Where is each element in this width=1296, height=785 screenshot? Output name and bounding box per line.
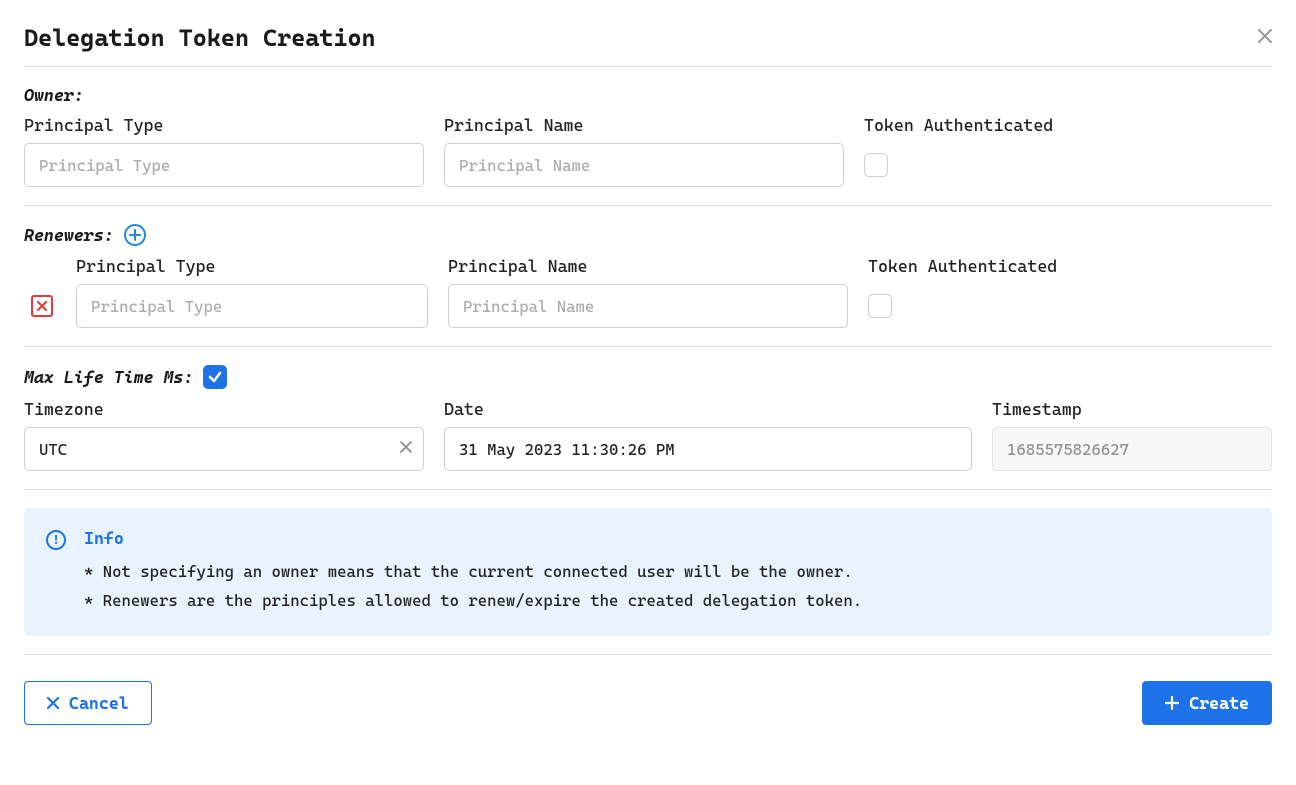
maxlife-enabled-checkbox[interactable] — [203, 365, 227, 389]
timestamp-input — [992, 427, 1272, 471]
renewers-label-text: Renewers: — [24, 225, 114, 245]
maxlife-label: Max Life Time Ms: — [24, 365, 227, 389]
timestamp-label: Timestamp — [992, 399, 1272, 419]
page-title: Delegation Token Creation — [24, 24, 376, 52]
renewers-section: Renewers: Principal Type Principal Name … — [24, 224, 1272, 347]
owner-section: Owner: Principal Type Principal Name Tok… — [24, 85, 1272, 206]
info-alert: ! Info * Not specifying an owner means t… — [24, 508, 1272, 636]
create-button[interactable]: Create — [1142, 681, 1272, 725]
close-icon — [47, 697, 59, 709]
date-input[interactable] — [444, 427, 972, 471]
renewer-principal-type-input[interactable] — [76, 284, 428, 328]
date-label: Date — [444, 399, 972, 419]
owner-label: Owner: — [24, 85, 84, 105]
renewer-principal-name-input[interactable] — [448, 284, 848, 328]
renewer-row: Principal Type Principal Name Token Auth… — [24, 256, 1272, 328]
owner-principal-type-input[interactable] — [24, 143, 424, 187]
add-renewer-button[interactable] — [124, 224, 146, 246]
renewer-token-auth-checkbox[interactable] — [868, 294, 892, 318]
cancel-button-label: Cancel — [69, 693, 129, 713]
renewers-label: Renewers: — [24, 224, 146, 246]
renewer-token-auth-label: Token Authenticated — [868, 256, 1272, 276]
timezone-label: Timezone — [24, 399, 424, 419]
info-body: * Not specifying an owner means that the… — [84, 558, 862, 616]
cancel-button[interactable]: Cancel — [24, 681, 152, 725]
owner-principal-type-label: Principal Type — [24, 115, 424, 135]
clear-timezone-icon[interactable] — [400, 441, 412, 457]
maxlife-label-text: Max Life Time Ms: — [24, 367, 193, 387]
owner-token-auth-checkbox[interactable] — [864, 153, 888, 177]
info-icon: ! — [46, 530, 66, 550]
renewer-principal-name-label: Principal Name — [448, 256, 848, 276]
info-title: Info — [84, 528, 862, 548]
remove-renewer-button[interactable] — [31, 295, 53, 317]
owner-principal-name-input[interactable] — [444, 143, 844, 187]
renewer-principal-type-label: Principal Type — [76, 256, 428, 276]
plus-icon — [1165, 696, 1179, 710]
maxlife-section: Max Life Time Ms: Timezone Date Timestam… — [24, 365, 1272, 490]
owner-principal-name-label: Principal Name — [444, 115, 844, 135]
create-button-label: Create — [1189, 693, 1249, 713]
timezone-input[interactable] — [24, 427, 424, 471]
owner-token-auth-label: Token Authenticated — [864, 115, 1272, 135]
close-icon[interactable] — [1258, 29, 1272, 47]
